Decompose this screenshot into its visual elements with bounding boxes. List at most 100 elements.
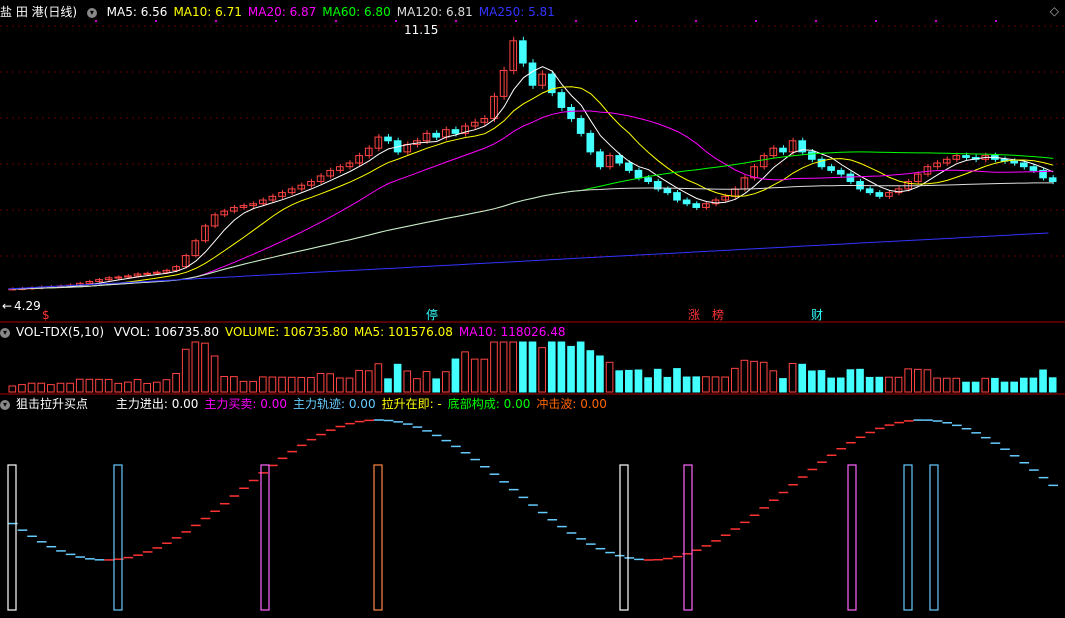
volume-bar [355,369,363,393]
candle-body [297,184,306,190]
volume-bar [509,341,518,393]
event-marker: $ [42,308,50,322]
candle-body [1048,177,1057,183]
top-dot [995,20,997,22]
volume-bar [432,378,440,393]
chart-canvas: $ 停 涨榜 财 11.15 4.29 ← [0,20,1065,611]
candle-body [827,166,835,171]
top-dot [755,20,757,22]
volume-bar [307,377,315,393]
volume-bar [124,381,132,393]
volume-bar [1000,381,1009,393]
volume-stat-0: VVOL: 106735.80 [113,325,219,339]
candle-body [528,62,537,86]
ma-legend-item-4: MA120: 6.81 [396,5,473,19]
volume-bar [865,376,874,393]
candle-body [1019,162,1028,168]
volume-bar [422,371,431,393]
top-dot [95,20,97,22]
candle-body [278,192,286,197]
volume-bar [239,380,248,393]
indicator-steps [7,419,1058,611]
candle-body [1029,166,1038,171]
volume-bar [962,381,970,393]
volume-bar [393,363,402,393]
signal-bar [7,464,17,611]
volume-bar [567,345,575,393]
top-dot [155,20,157,22]
volume-bar [808,370,816,393]
volume-bar [644,377,652,393]
grid-lines [0,20,1065,257]
volume-bar [210,355,219,393]
ma-legend-item-3: MA60: 6.80 [322,5,391,19]
volume-bar [750,360,758,393]
volume-bar [75,378,84,393]
candle-body [634,169,643,179]
volume-bar [499,341,508,393]
top-dot [515,20,517,22]
candle-body [586,132,595,153]
signal-bar [683,464,693,611]
volume-bar [413,378,421,393]
volume-bar [470,358,479,393]
volume-bar [8,385,17,393]
volume-bar [297,376,306,393]
settings-toggle-icon[interactable]: ▾ [86,7,97,18]
volume-bar [181,348,190,393]
volume-bar [981,377,990,393]
ma60-line [12,151,1054,290]
volume-bar [952,377,961,393]
volume-bar [47,384,55,393]
volume-bar [798,363,807,393]
top-dot [695,20,697,22]
candle-body [432,132,440,138]
event-marker: 停 [426,307,438,322]
top-dot [455,20,457,22]
indicator-stat-1: 主力买卖: 0.00 [204,397,287,411]
candle-body [596,151,604,168]
ma250-line [7,232,1049,290]
ma10-line [12,86,1054,290]
volume-bar [220,375,229,393]
volume-bar [528,341,537,393]
event-marker: 榜 [712,307,724,322]
settings-toggle-icon[interactable]: ▾ [0,327,10,338]
expand-icon[interactable]: ◇ [1050,4,1059,18]
volume-bar [885,376,893,393]
indicator-stat-4: 底部构成: 0.00 [447,397,531,411]
volume-bar [1029,377,1038,393]
volume-bar [827,377,835,393]
signal-bar [373,464,383,611]
volume-bar [740,359,749,393]
volume-title: VOL-TDX(5,10) [16,325,105,339]
top-dot [395,20,397,22]
top-dot [215,20,217,22]
top-dot [275,20,277,22]
volume-bar [1010,381,1018,393]
signal-bar [260,464,270,611]
high-label: 11.15 [404,23,438,37]
event-marker: 涨 [688,307,700,322]
volume-bar [374,363,383,393]
price-header: 盐 田 港(日线) ▾ MA5: 6.56 MA10: 6.71 MA20: 6.8… [0,4,567,20]
settings-toggle-icon[interactable]: ▾ [0,399,10,410]
ma-legend: MA5: 6.56 MA10: 6.71 MA20: 6.87 MA60: 6.80 M… [107,5,561,19]
indicator-header: ▾ 狙击拉升买点 主力进出: 0.00 主力买卖: 0.00 主力轨迹: 0.00 拉升… [0,396,619,412]
ma-legend-item-2: MA20: 6.87 [247,5,317,19]
volume-bar [653,368,662,393]
volume-bar [268,376,277,393]
ma-legend-item-0: MA5: 6.56 [106,5,168,19]
volume-bar [326,373,335,393]
ma20-line [12,110,1054,290]
volume-bar [875,376,884,393]
volume-bar [152,381,161,393]
volume-bar [557,341,566,393]
top-dot [815,20,817,22]
volume-bar [278,376,286,393]
volume-bar [1019,377,1028,393]
candle-body [143,272,151,275]
volume-bar [933,377,941,393]
volume-bar [37,382,46,393]
volume-bar [991,377,999,393]
